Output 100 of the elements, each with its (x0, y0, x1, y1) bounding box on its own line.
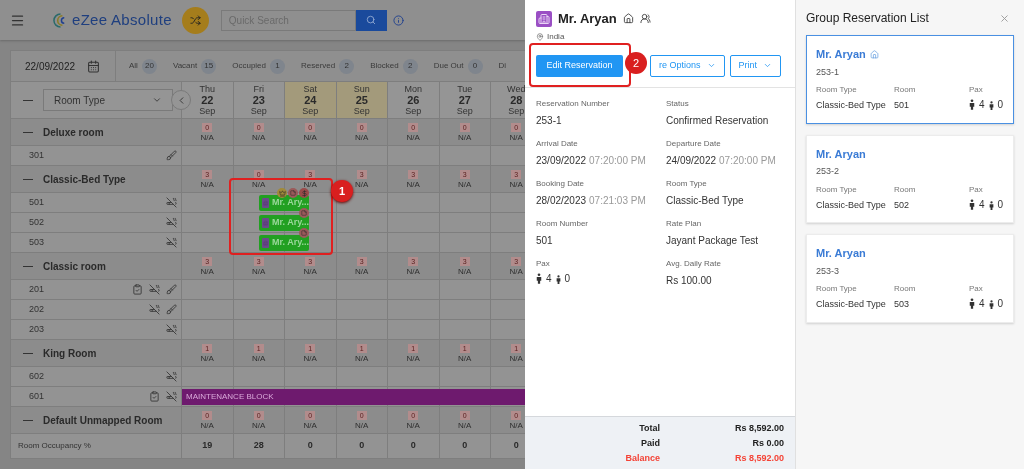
status-filter[interactable]: Reserved 2 (301, 58, 355, 74)
field-value: Classic-Bed Type (666, 193, 745, 208)
status-filter[interactable]: All 20 (129, 58, 157, 74)
reservation-card[interactable]: Mr. Aryan 253-2 Room Type Room Pax Classic-Bed Type 502 4 0 (806, 134, 1014, 223)
calendar-icon[interactable] (87, 59, 101, 73)
status-filter[interactable]: Blocked 2 (370, 58, 418, 74)
search-button[interactable] (355, 9, 387, 31)
month-text: Sep (250, 105, 267, 117)
room-type-name: Classic room (43, 259, 106, 274)
location-pin-icon (536, 32, 544, 41)
total-label: Balance (624, 452, 660, 465)
edit-reservation-button[interactable]: Edit Reservation (536, 54, 623, 77)
field-label: Room (894, 183, 917, 196)
rate-text: N/A (355, 180, 369, 189)
status-filter[interactable]: Occupied 1 (232, 58, 285, 74)
rate-text: N/A (458, 133, 472, 142)
field-value: 501 (536, 233, 554, 248)
reservation-card[interactable]: Mr. Aryan 253-3 Room Type Room Pax Classic-Bed Type 503 4 0 (806, 234, 1014, 323)
child-count: 0 (564, 273, 571, 284)
building-icon (536, 10, 552, 27)
close-icon[interactable] (999, 12, 1010, 24)
room-value: 502 (894, 198, 911, 212)
reservation-bar[interactable]: Mr. Ary... (259, 235, 309, 251)
field-label: Pax (969, 283, 984, 295)
rate-text: N/A (200, 133, 214, 142)
rate-text: N/A (509, 354, 523, 363)
adult-count: 4 (979, 199, 985, 210)
reservation-bar[interactable]: Mr. Ary... (259, 195, 309, 211)
room-number: 503 (29, 235, 45, 249)
rate-text: N/A (406, 421, 420, 430)
occupancy-value: 0 (307, 439, 313, 453)
weekday-text: Thu (199, 83, 215, 95)
child-icon (555, 274, 561, 284)
adult-icon (536, 272, 542, 284)
field-label: Departure Date (666, 137, 722, 150)
child-icon (988, 300, 994, 309)
field-value: Rs 100.00 (666, 273, 713, 288)
chevron-down-icon (763, 61, 773, 70)
field-label: Room Number (536, 217, 589, 230)
weekday-text: Fri (253, 83, 264, 95)
building-icon (262, 218, 269, 228)
building-icon (262, 198, 269, 208)
room-number: 501 (29, 195, 45, 209)
app-name: eZee Absolute (72, 9, 172, 30)
rate-text: N/A (355, 133, 369, 142)
room-type-value: Classic-Bed Type (816, 99, 887, 112)
room-type-name: Deluxe room (43, 125, 104, 140)
status-filter[interactable]: Due Out 0 (433, 58, 483, 74)
room-number: 602 (29, 369, 45, 383)
child-count: 0 (997, 100, 1004, 110)
rate-text: N/A (406, 267, 420, 276)
dropdown-button[interactable]: Print (729, 54, 782, 77)
count-badge: 20 (141, 58, 157, 74)
chevron-down-icon (706, 61, 716, 70)
total-value: Rs 8,592.00 (734, 422, 784, 435)
room-number: 201 (29, 282, 45, 296)
count-badge: 2 (402, 58, 418, 74)
weekday-text: Tue (457, 83, 473, 95)
reservation-number: 253-2 (816, 165, 841, 178)
rate-text: N/A (355, 354, 369, 363)
info-icon[interactable] (392, 14, 404, 26)
shuffle-button[interactable] (181, 6, 209, 34)
house-icon (622, 13, 634, 25)
status-filter[interactable]: Di (498, 60, 507, 72)
month-text: Sep (508, 105, 525, 117)
weekday-text: Sun (353, 83, 370, 95)
day-number: 27 (458, 94, 471, 106)
dropdown-button[interactable]: re Options (650, 54, 725, 77)
weekday-text: Sat (303, 83, 317, 95)
users-icon (639, 13, 651, 25)
rate-text: N/A (200, 421, 214, 430)
room-type-value: Classic-Bed Type (816, 298, 887, 311)
occupancy-label: Room Occupancy % (18, 440, 91, 452)
day-number: 23 (252, 94, 265, 106)
total-label: Paid (640, 437, 660, 450)
reservation-card[interactable]: Mr. Aryan 253-1 Room Type Room Pax Classic-Bed Type 501 4 0 (806, 35, 1014, 124)
guest-name: Mr. Aryan (558, 10, 617, 28)
rate-text: N/A (355, 267, 369, 276)
count-badge: 1 (270, 58, 285, 74)
room-type-name: King Room (43, 346, 97, 361)
panel-title: Group Reservation List (806, 10, 929, 27)
country-text: India (547, 30, 565, 43)
reservation-bar[interactable]: Mr. Ary... (259, 215, 309, 231)
weekday-text: Wed (507, 83, 525, 95)
child-icon (988, 200, 994, 210)
adult-icon (969, 99, 975, 110)
field-label: Reservation Number (536, 97, 611, 110)
field-label: Room Type (816, 84, 858, 96)
menu-icon[interactable] (10, 12, 25, 28)
maintenance-block-bar[interactable]: MAINTENANCE BLOCK (182, 389, 525, 405)
month-text: Sep (353, 105, 370, 117)
date-value: 28/02/2023 (536, 193, 587, 208)
room-value: 503 (894, 298, 911, 311)
field-value: 253-1 (536, 113, 563, 128)
rate-text: N/A (303, 180, 317, 189)
room-type-select[interactable]: Room Type (43, 89, 173, 111)
rate-text: N/A (252, 180, 266, 189)
status-filter[interactable]: Vacant 15 (172, 58, 217, 74)
adult-count: 4 (979, 299, 985, 309)
rate-text: N/A (458, 267, 472, 276)
